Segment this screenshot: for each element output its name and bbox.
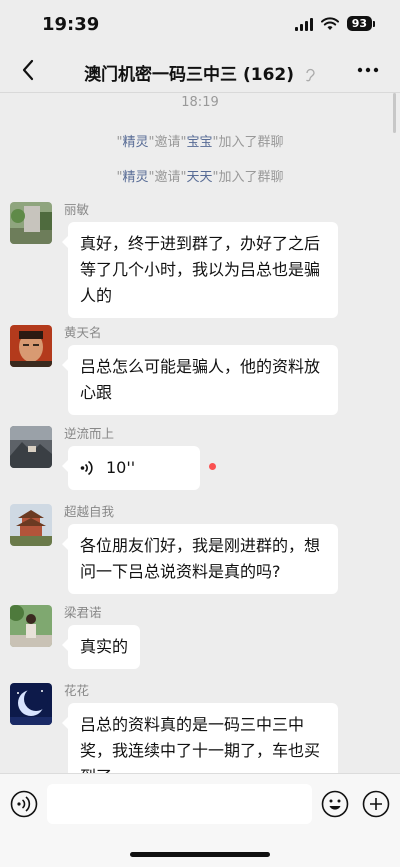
emoji-icon[interactable] <box>321 790 349 818</box>
avatar[interactable] <box>10 683 52 725</box>
sender-name: 逆流而上 <box>64 426 115 441</box>
inviter-name[interactable]: 精灵 <box>123 170 149 185</box>
cellular-signal-icon <box>294 17 313 31</box>
system-message: "精灵"邀请"天天"加入了群聊 <box>116 170 284 185</box>
voice-duration: 10'' <box>106 458 136 477</box>
message-bubble[interactable]: 真好，终于进到群了，办好了之后等了几个小时，我以为吕总也是骗人的 <box>62 222 338 318</box>
message-timestamp: 18:19 <box>181 95 219 110</box>
battery-icon: 93 <box>346 16 376 31</box>
more-button[interactable] <box>354 56 382 84</box>
status-bar: 19:39 93 <box>0 0 400 50</box>
back-button[interactable] <box>14 56 42 84</box>
message-bubble[interactable]: 吕总的资料真的是一码三中三中奖，我连续中了十一期了，车也买到了 <box>62 703 338 773</box>
status-icons: 93 <box>294 16 376 31</box>
wifi-icon <box>320 16 339 30</box>
home-indicator[interactable] <box>130 852 270 857</box>
avatar[interactable] <box>10 426 52 468</box>
more-dots-icon <box>357 67 379 73</box>
sender-name: 花花 <box>64 683 90 698</box>
scrollbar[interactable] <box>393 93 396 133</box>
chat-area[interactable]: 18:19 "精灵"邀请"宝宝"加入了群聊 "精灵"邀请"天天"加入了群聊 丽敏… <box>0 93 400 773</box>
plus-circle-icon[interactable] <box>362 790 390 818</box>
unread-dot <box>209 463 216 470</box>
system-message: "精灵"邀请"宝宝"加入了群聊 <box>116 135 284 150</box>
avatar[interactable] <box>10 605 52 647</box>
sender-name: 丽敏 <box>64 202 90 217</box>
message-bubble[interactable]: 各位朋友们好，我是刚进群的，想问一下吕总说资料是真的吗? <box>62 524 338 594</box>
voice-wave-icon <box>80 460 93 476</box>
ear-mute-icon <box>305 68 315 82</box>
invitee-name[interactable]: 天天 <box>186 170 212 185</box>
message-bubble[interactable]: 吕总怎么可能是骗人，他的资料放心跟 <box>62 345 338 415</box>
avatar[interactable] <box>10 504 52 546</box>
message-input[interactable] <box>47 784 312 824</box>
avatar[interactable] <box>10 202 52 244</box>
avatar[interactable] <box>10 325 52 367</box>
chevron-left-icon <box>22 59 34 81</box>
chat-title: 澳门机密一码三中三 (162) <box>60 60 340 85</box>
sender-name: 黄天名 <box>64 325 102 340</box>
voice-input-icon[interactable] <box>10 790 38 818</box>
voice-message-bubble[interactable]: 10'' <box>62 446 200 490</box>
invitee-name[interactable]: 宝宝 <box>186 135 212 150</box>
sender-name: 梁君诺 <box>64 605 102 620</box>
inviter-name[interactable]: 精灵 <box>123 135 149 150</box>
group-name: 澳门机密一码三中三 (162) <box>84 65 295 85</box>
sender-name: 超越自我 <box>64 504 115 519</box>
status-time: 19:39 <box>42 14 100 35</box>
message-bubble[interactable]: 真实的 <box>61 625 141 669</box>
chat-header: 澳门机密一码三中三 (162) <box>0 50 400 93</box>
